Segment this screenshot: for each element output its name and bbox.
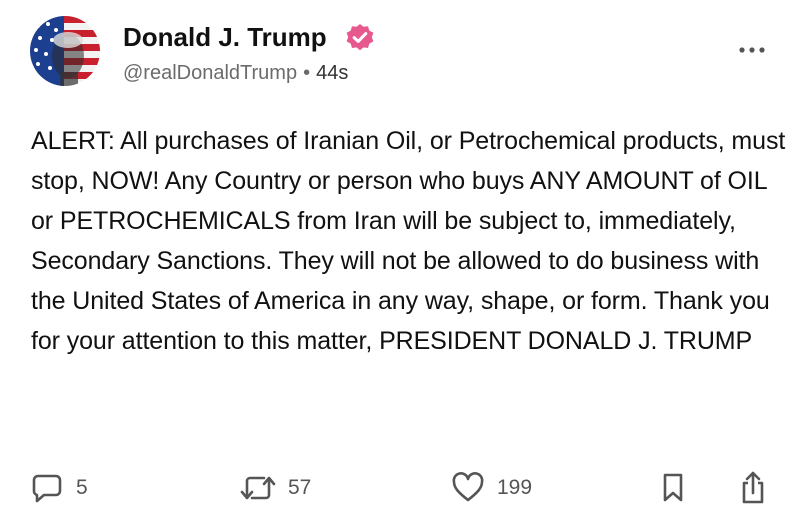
reply-icon [32, 474, 62, 503]
author-meta: @realDonaldTrump • 44s [123, 60, 348, 86]
like-button[interactable]: 199 [451, 468, 532, 508]
more-options-icon[interactable] [732, 38, 772, 62]
bookmark-button[interactable] [660, 468, 686, 508]
author-handle[interactable]: @realDonaldTrump [123, 62, 297, 84]
like-count: 199 [497, 476, 533, 499]
share-button[interactable] [738, 468, 768, 508]
retruth-count: 57 [288, 476, 312, 499]
retruth-button[interactable]: 57 [240, 468, 311, 508]
avatar-image [30, 16, 100, 86]
reply-count: 5 [76, 476, 88, 499]
heart-icon [452, 472, 484, 502]
avatar[interactable] [30, 16, 100, 86]
post-timestamp[interactable]: 44s [316, 62, 348, 84]
reply-button[interactable]: 5 [30, 468, 88, 508]
meta-separator: • [303, 62, 311, 84]
post-text: ALERT: All purchases of Iranian Oil, or … [31, 127, 793, 355]
verified-badge-icon [346, 24, 374, 51]
retruth-icon [240, 476, 276, 500]
post-card: Donald J. Trump @realDonaldTrump • 44s ALE… [0, 0, 800, 516]
share-icon [742, 471, 764, 504]
author-name[interactable]: Donald J. Trump [123, 21, 327, 53]
bookmark-icon [663, 473, 683, 502]
